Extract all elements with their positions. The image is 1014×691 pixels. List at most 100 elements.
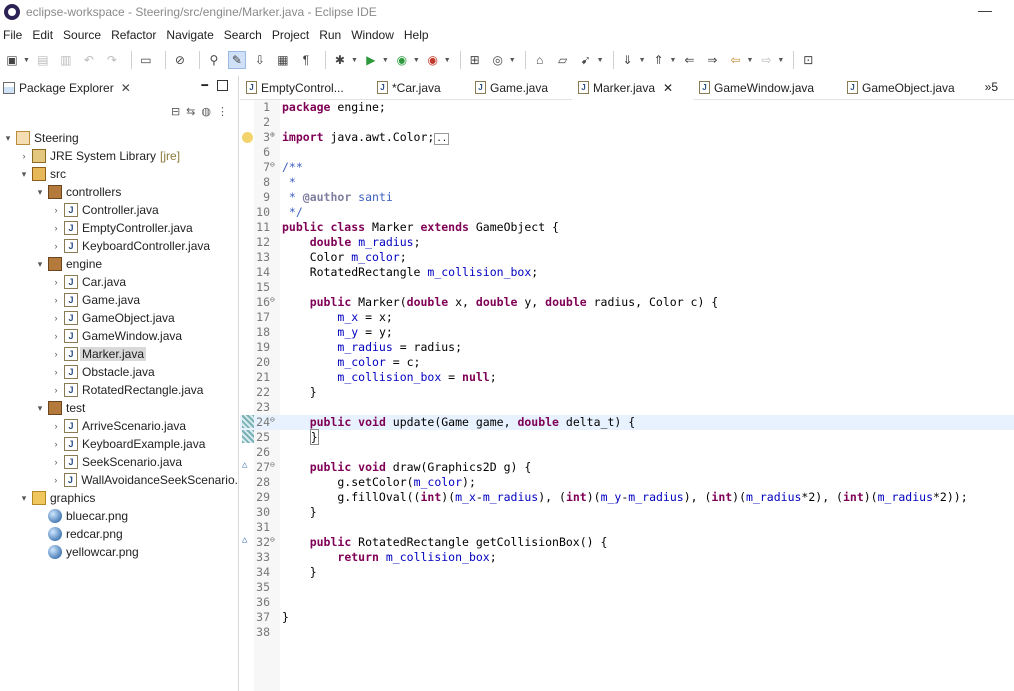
code-line[interactable]: 12 double m_radius; — [240, 235, 1014, 250]
collapsed-chevron-icon[interactable]: › — [50, 277, 62, 287]
collapsed-chevron-icon[interactable]: › — [50, 457, 62, 467]
minimize-button[interactable]: — — [978, 2, 992, 18]
collapsed-chevron-icon[interactable]: › — [50, 475, 62, 485]
tree-item[interactable]: yellowcar.png — [0, 543, 238, 561]
tree-item[interactable]: › Marker.java — [0, 345, 238, 363]
collapsed-chevron-icon[interactable]: › — [50, 367, 62, 377]
menu-file[interactable]: File — [0, 28, 28, 42]
maximize-view-icon[interactable] — [217, 80, 228, 91]
code-line[interactable]: 3 ⊕ import java.awt.Color;.. — [240, 130, 1014, 145]
save-all-icon[interactable]: ▥ — [57, 51, 75, 69]
tree-item[interactable]: ▾ engine — [0, 255, 238, 273]
code-line[interactable]: 23 — [240, 400, 1014, 415]
code-line[interactable]: 26 — [240, 445, 1014, 460]
tree-item[interactable]: bluecar.png — [0, 507, 238, 525]
collapse-all-icon[interactable]: ⊟ — [171, 105, 180, 118]
menu-edit[interactable]: Edit — [28, 28, 59, 42]
save-icon[interactable]: ▤ — [34, 51, 52, 69]
close-tab-icon[interactable]: ✕ — [663, 81, 673, 95]
close-icon[interactable]: ✕ — [121, 81, 131, 95]
code-line[interactable]: 9 * @author santi — [240, 190, 1014, 205]
code-line[interactable]: 14 RotatedRectangle m_collision_box; — [240, 265, 1014, 280]
debug-icon[interactable]: ✱ — [331, 51, 349, 69]
collapse-fold-icon[interactable]: ⊖ — [270, 535, 280, 544]
collapse-fold-icon[interactable]: ⊖ — [270, 295, 280, 304]
code-line[interactable]: 16 ⊖ public Marker(double x, double y, do… — [240, 295, 1014, 310]
code-line[interactable]: 17 m_x = x; — [240, 310, 1014, 325]
tree-item[interactable]: › EmptyController.java — [0, 219, 238, 237]
expanded-chevron-icon[interactable]: ▾ — [2, 133, 14, 144]
code-line[interactable]: 29 g.fillOval((int)(m_x-m_radius), (int)… — [240, 490, 1014, 505]
pin-editor-icon[interactable]: ⊡ — [799, 51, 817, 69]
skip-breakpoints-icon[interactable]: ⊘ — [171, 51, 189, 69]
forward-icon[interactable]: ⇨ — [757, 51, 775, 69]
code-line[interactable]: 24 ⊖ public void update(Game game, double… — [240, 415, 1014, 430]
override-indicator-icon[interactable]: △ — [242, 535, 254, 548]
code-line[interactable]: 31 — [240, 520, 1014, 535]
editor-tab-active[interactable]: J Marker.java ✕ — [572, 75, 693, 100]
terminal-icon[interactable]: ▭ — [137, 51, 155, 69]
expanded-chevron-icon[interactable]: ▾ — [18, 493, 30, 504]
editor-tab[interactable]: J GameObject.java — [841, 76, 961, 100]
code-line[interactable]: 37} — [240, 610, 1014, 625]
editor-tab[interactable]: J EmptyControl... — [240, 76, 371, 100]
back-dropdown-icon[interactable]: ▼ — [746, 57, 753, 64]
run-dropdown-icon[interactable]: ▼ — [382, 57, 389, 64]
view-menu-icon[interactable]: ⋮ — [217, 105, 228, 118]
forward-history-icon[interactable]: ⇒ — [703, 51, 721, 69]
code-line[interactable]: 21 m_collision_box = null; — [240, 370, 1014, 385]
code-line[interactable]: 19 m_radius = radius; — [240, 340, 1014, 355]
collapsed-chevron-icon[interactable]: › — [50, 313, 62, 323]
tree-item[interactable]: redcar.png — [0, 525, 238, 543]
code-line[interactable]: 25 } — [240, 429, 1014, 445]
editor-tab[interactable]: J *Car.java — [371, 76, 469, 100]
code-line[interactable]: 20 m_color = c; — [240, 355, 1014, 370]
code-line[interactable]: △ 27 ⊖ public void draw(Graphics2D g) { — [240, 460, 1014, 475]
tree-item[interactable]: › RotatedRectangle.java — [0, 381, 238, 399]
code-line[interactable]: 22 } — [240, 385, 1014, 400]
menu-search[interactable]: Search — [220, 28, 268, 42]
code-line[interactable]: 30 } — [240, 505, 1014, 520]
menu-source[interactable]: Source — [59, 28, 107, 42]
collapsed-chevron-icon[interactable]: › — [50, 439, 62, 449]
menu-refactor[interactable]: Refactor — [107, 28, 162, 42]
tree-item[interactable]: › ArriveScenario.java — [0, 417, 238, 435]
tree-item[interactable]: › Car.java — [0, 273, 238, 291]
collapsed-chevron-icon[interactable]: › — [50, 331, 62, 341]
expanded-chevron-icon[interactable]: ▾ — [34, 403, 46, 414]
show-whitespace-icon[interactable]: ¶ — [297, 51, 315, 69]
code-line[interactable]: 35 — [240, 580, 1014, 595]
menu-window[interactable]: Window — [347, 28, 400, 42]
code-editor[interactable]: 1 package engine; 2 3 ⊕ import java.awt.Color… — [240, 100, 1014, 691]
open-type-icon[interactable]: ⚲ — [205, 51, 223, 69]
new-java-package-icon[interactable]: ⊞ — [466, 51, 484, 69]
collapsed-chevron-icon[interactable]: › — [50, 385, 62, 395]
tree-item[interactable]: › Game.java — [0, 291, 238, 309]
menu-help[interactable]: Help — [400, 28, 435, 42]
tree-item[interactable]: ▾ controllers — [0, 183, 238, 201]
collapsed-chevron-icon[interactable]: › — [50, 349, 62, 359]
collapse-fold-icon[interactable]: ⊖ — [270, 415, 280, 424]
external-tools-icon[interactable]: ◉ — [424, 51, 442, 69]
tree-item[interactable]: › Obstacle.java — [0, 363, 238, 381]
tree-item[interactable]: › SeekScenario.java — [0, 453, 238, 471]
collapsed-chevron-icon[interactable]: › — [18, 151, 30, 161]
focus-icon[interactable]: ◍ — [201, 105, 211, 118]
collapsed-chevron-icon[interactable]: › — [50, 421, 62, 431]
expanded-chevron-icon[interactable]: ▾ — [34, 259, 46, 270]
minimize-view-icon[interactable]: ━ — [201, 79, 208, 92]
editor-tab[interactable]: J GameWindow.java — [693, 76, 841, 100]
code-line[interactable]: 36 — [240, 595, 1014, 610]
coverage-dropdown-icon[interactable]: ▼ — [413, 57, 420, 64]
code-line[interactable]: 15 — [240, 280, 1014, 295]
next-edit-dropdown-icon[interactable]: ▼ — [639, 57, 646, 64]
open-type-hierarchy-icon[interactable]: ⌂ — [531, 51, 549, 69]
tree-item[interactable]: ▾ test — [0, 399, 238, 417]
tab-package-explorer[interactable]: Package Explorer ✕ — [0, 76, 137, 100]
tree-item[interactable]: › JRE System Library [jre] — [0, 147, 238, 165]
code-line[interactable]: 38 — [240, 625, 1014, 640]
expand-fold-icon[interactable]: ⊕ — [270, 130, 280, 139]
code-line[interactable]: 2 — [240, 115, 1014, 130]
search-icon[interactable]: ➹ — [577, 51, 595, 69]
tree-item[interactable]: › WallAvoidanceSeekScenario. — [0, 471, 238, 489]
